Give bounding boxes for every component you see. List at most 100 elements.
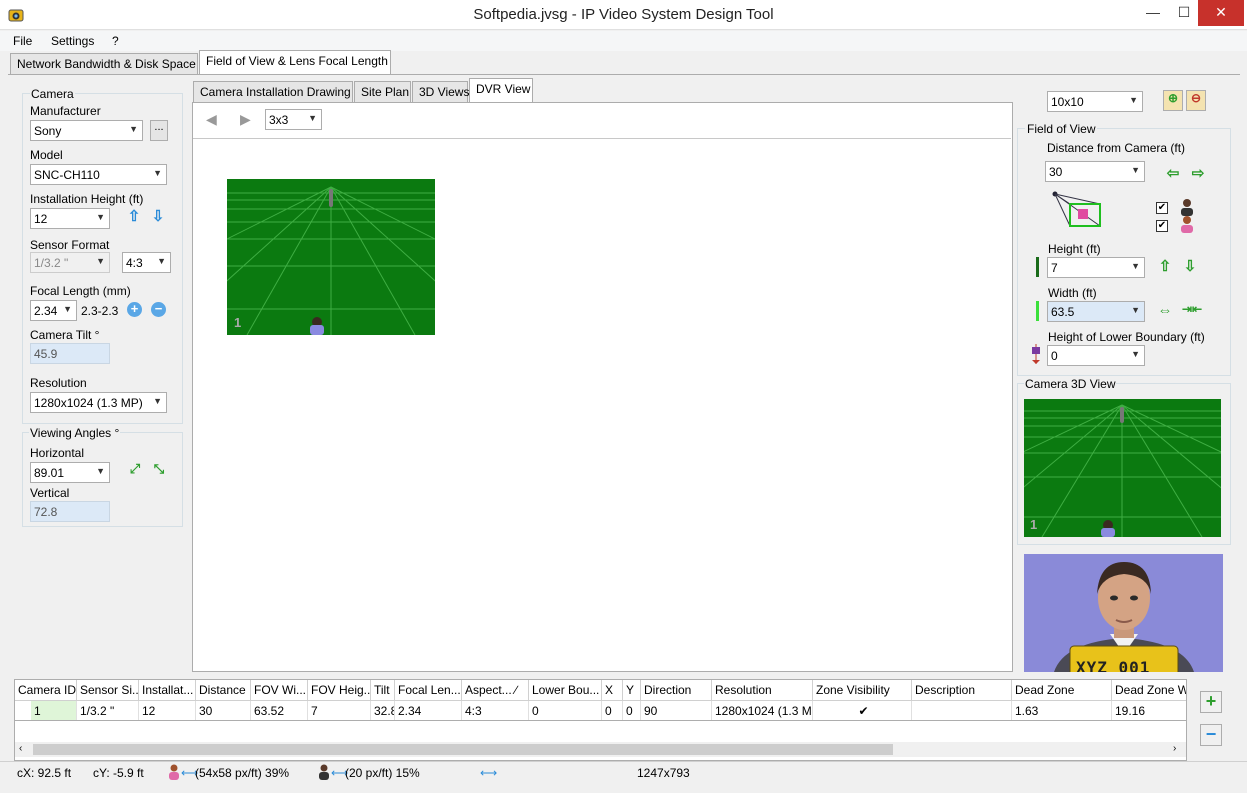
- column-header[interactable]: FOV Heig...: [308, 680, 371, 701]
- chevron-down-icon: ▼: [96, 212, 105, 222]
- column-header[interactable]: Lower Bou...: [529, 680, 602, 701]
- scroll-right-icon[interactable]: ›: [1173, 743, 1176, 754]
- camera-tilt-field[interactable]: 45.9: [30, 343, 110, 364]
- down-arrow-icon[interactable]: ⇩: [1182, 257, 1198, 275]
- column-header[interactable]: Dead Zone: [1012, 680, 1112, 701]
- close-button[interactable]: ✕: [1198, 0, 1244, 26]
- table-cell[interactable]: 19.16: [1112, 701, 1186, 720]
- tab-field-of-view[interactable]: Field of View & Lens Focal Length: [199, 50, 391, 75]
- up-arrow-icon[interactable]: ⇧: [1157, 257, 1173, 275]
- menu-bar: File Settings ?: [0, 31, 1247, 51]
- manufacturer-label: Manufacturer: [30, 104, 101, 118]
- dvr-layout-select[interactable]: 3x3 ▼: [265, 109, 322, 130]
- table-cell[interactable]: 2.34: [395, 701, 462, 720]
- column-header[interactable]: Sensor Si...: [77, 680, 139, 701]
- remove-camera-button[interactable]: −: [1200, 724, 1222, 746]
- show-face-checkbox[interactable]: ✔: [1156, 202, 1168, 214]
- menu-settings[interactable]: Settings: [51, 34, 94, 48]
- column-header[interactable]: Y: [623, 680, 641, 701]
- table-cell[interactable]: 1/3.2 ": [77, 701, 139, 720]
- height-up-arrow-icon[interactable]: ⇧: [126, 207, 142, 225]
- focal-length-select[interactable]: 2.34 ▼: [30, 300, 77, 321]
- table-cell[interactable]: 12: [139, 701, 196, 720]
- widen-arrows-icon[interactable]: ⇔: [1157, 302, 1173, 319]
- table-cell[interactable]: 1280x1024 (1.3 MP: [712, 701, 813, 720]
- model-select[interactable]: SNC-CH110 ▼: [30, 164, 167, 185]
- scroll-left-icon[interactable]: ‹: [19, 743, 22, 754]
- sensor-format-select[interactable]: 1/3.2 " ▼: [30, 252, 110, 273]
- menu-file[interactable]: File: [13, 34, 32, 48]
- column-header[interactable]: Installat...: [139, 680, 196, 701]
- column-header[interactable]: X: [602, 680, 623, 701]
- table-cell[interactable]: 0: [623, 701, 641, 720]
- tab-3d-views[interactable]: 3D Views: [412, 81, 469, 103]
- column-header[interactable]: Description: [912, 680, 1012, 701]
- lower-boundary-label: Height of Lower Boundary (ft): [1048, 330, 1205, 344]
- right-arrow-icon[interactable]: ⇨: [1189, 164, 1207, 182]
- zoom-in-plus-icon[interactable]: +: [127, 302, 142, 317]
- table-cell[interactable]: 32.8: [371, 701, 395, 720]
- installation-height-select[interactable]: 12 ▼: [30, 208, 110, 229]
- column-header[interactable]: Resolution: [712, 680, 813, 701]
- vertical-angle-field[interactable]: 72.8: [30, 501, 110, 522]
- expand-arrows-icon[interactable]: ⤢: [126, 461, 144, 477]
- column-header[interactable]: FOV Wi...: [251, 680, 308, 701]
- aspect-ratio-select[interactable]: 4:3 ▼: [122, 252, 171, 273]
- narrow-arrows-icon[interactable]: ⇥⇤: [1182, 302, 1202, 316]
- tab-network-bandwidth[interactable]: Network Bandwidth & Disk Space: [10, 53, 198, 75]
- scrollbar-thumb[interactable]: [33, 744, 893, 755]
- dvr-cell-scene[interactable]: 1: [227, 179, 435, 335]
- table-cell[interactable]: 4:3: [462, 701, 529, 720]
- installation-height-value: 12: [34, 212, 48, 226]
- tab-dvr-view[interactable]: DVR View: [469, 78, 533, 103]
- model-value: SNC-CH110: [34, 168, 100, 182]
- lower-boundary-select[interactable]: 0 ▼: [1047, 345, 1145, 366]
- zoom-out-icon[interactable]: ⊖: [1186, 90, 1206, 111]
- column-header[interactable]: Focal Len...: [395, 680, 462, 701]
- table-cell[interactable]: 1: [31, 701, 77, 720]
- column-header[interactable]: Zone Visibility: [813, 680, 912, 701]
- distance-select[interactable]: 30 ▼: [1045, 161, 1145, 182]
- resolution-select[interactable]: 1280x1024 (1.3 MP) ▼: [30, 392, 167, 413]
- table-cell[interactable]: 63.52: [251, 701, 308, 720]
- grid-size-select[interactable]: 10x10 ▼: [1047, 91, 1143, 112]
- horizontal-angle-select[interactable]: 89.01 ▼: [30, 462, 110, 483]
- fov-width-select[interactable]: 63.5 ▼: [1047, 301, 1145, 322]
- camera-table[interactable]: Camera ID Sensor Si... Installat... Distanc…: [14, 679, 1187, 721]
- table-cell[interactable]: [912, 701, 1012, 720]
- table-cell[interactable]: 1.63: [1012, 701, 1112, 720]
- column-header[interactable]: Aspect... ∕: [462, 680, 529, 701]
- minimize-button[interactable]: —: [1136, 0, 1170, 26]
- camera-3d-scene[interactable]: 1: [1024, 399, 1221, 537]
- manufacturer-select[interactable]: Sony ▼: [30, 120, 143, 141]
- tab-camera-installation-drawing[interactable]: Camera Installation Drawing: [193, 81, 353, 103]
- collapse-arrows-icon[interactable]: ⤡: [150, 461, 168, 477]
- table-cell[interactable]: 7: [308, 701, 371, 720]
- column-header[interactable]: Dead Zone Wi: [1112, 680, 1186, 701]
- previous-arrow-icon[interactable]: ◀: [206, 111, 217, 128]
- table-cell[interactable]: 0: [602, 701, 623, 720]
- next-arrow-icon[interactable]: ▶: [240, 111, 251, 128]
- column-header[interactable]: Direction: [641, 680, 712, 701]
- zoom-out-minus-icon[interactable]: −: [151, 302, 166, 317]
- fov-height-select[interactable]: 7 ▼: [1047, 257, 1145, 278]
- manufacturer-more-button[interactable]: ...: [150, 120, 168, 141]
- table-cell[interactable]: ✔: [813, 701, 912, 720]
- tab-site-plan[interactable]: Site Plan: [354, 81, 411, 103]
- column-header[interactable]: Distance: [196, 680, 251, 701]
- maximize-button[interactable]: ☐: [1167, 0, 1201, 26]
- table-cell[interactable]: 90: [641, 701, 712, 720]
- show-person-checkbox[interactable]: ✔: [1156, 220, 1168, 232]
- height-down-arrow-icon[interactable]: ⇩: [150, 207, 166, 225]
- man-icon: [318, 764, 330, 780]
- zoom-in-icon[interactable]: ⊕: [1163, 90, 1183, 111]
- column-header[interactable]: Camera ID: [15, 680, 77, 701]
- add-camera-button[interactable]: +: [1200, 691, 1222, 713]
- left-arrow-icon[interactable]: ⇦: [1164, 164, 1182, 182]
- man-avatar-icon: [1179, 198, 1195, 216]
- menu-help[interactable]: ?: [112, 34, 119, 48]
- table-cell[interactable]: 0: [529, 701, 602, 720]
- column-header[interactable]: Tilt: [371, 680, 395, 701]
- table-cell[interactable]: 30: [196, 701, 251, 720]
- horizontal-scrollbar[interactable]: ‹ ›: [15, 742, 1186, 757]
